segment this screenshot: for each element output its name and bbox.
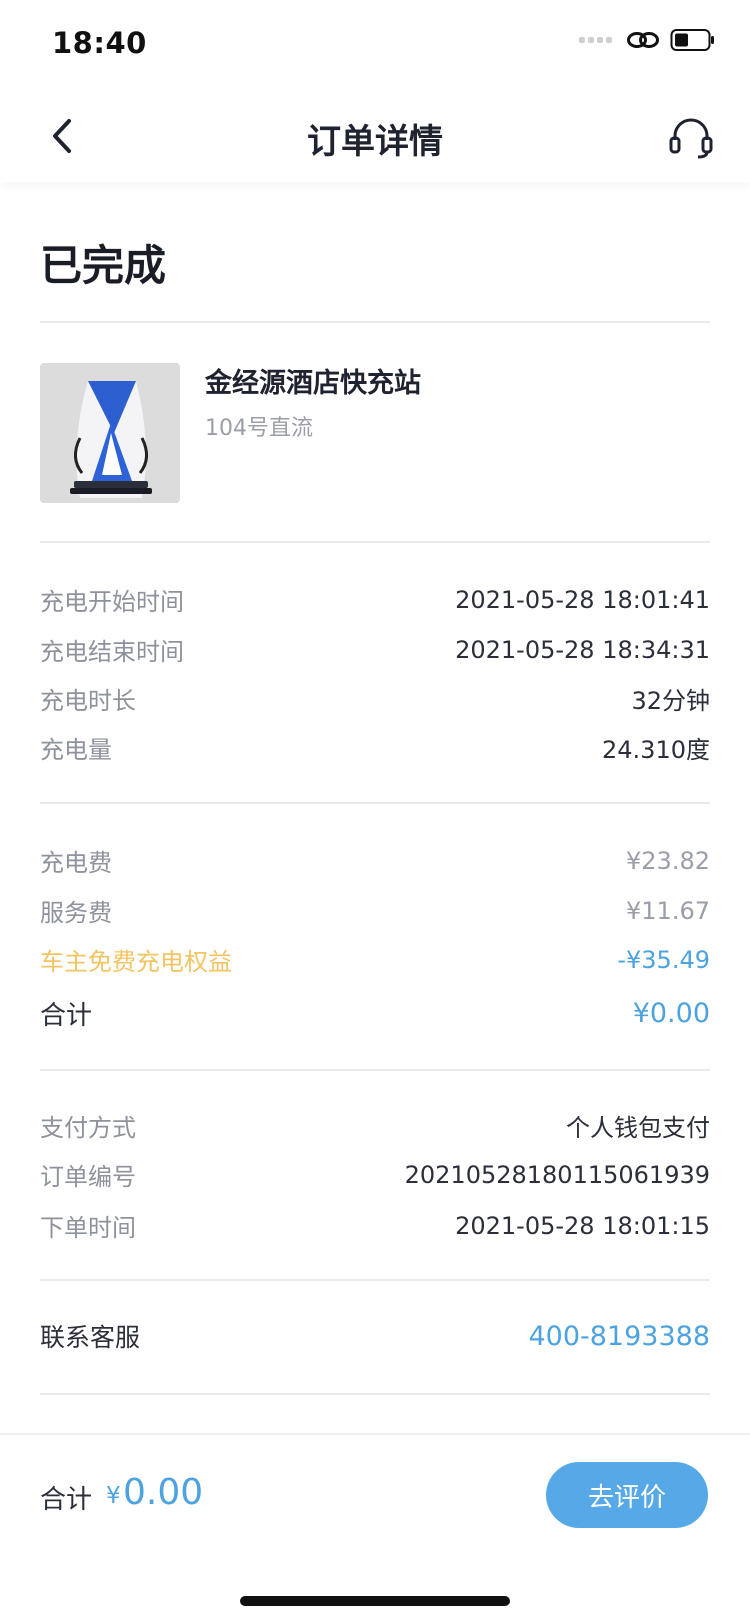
divider <box>40 802 710 804</box>
total-value: ¥0.00 <box>632 998 710 1029</box>
fee-row: 充电费 ¥23.82 <box>40 843 710 878</box>
fee-value: ¥23.82 <box>626 846 710 875</box>
detail-value: 32分钟 <box>631 687 710 715</box>
payment-label: 支付方式 <box>40 1114 136 1142</box>
divider <box>40 1069 710 1071</box>
fee-label: 服务费 <box>40 899 112 927</box>
link-icon <box>627 32 659 48</box>
station-pile: 104号直流 <box>205 416 313 441</box>
detail-row: 充电时长 32分钟 <box>40 681 710 716</box>
divider <box>40 1393 710 1395</box>
signal-icon <box>579 37 612 43</box>
detail-value: 2021-05-28 18:01:41 <box>455 585 710 614</box>
contact-phone-link[interactable]: 400-8193388 <box>528 1321 710 1352</box>
contact-row[interactable]: 联系客服 400-8193388 <box>40 1318 710 1354</box>
order-time-row: 下单时间 2021-05-28 18:01:15 <box>40 1208 710 1243</box>
order-time-label: 下单时间 <box>40 1214 136 1242</box>
headset-icon <box>669 118 713 159</box>
divider <box>40 541 710 543</box>
benefit-row: 车主免费充电权益 -¥35.49 <box>40 942 710 977</box>
footer-currency: ¥ <box>106 1483 121 1509</box>
detail-label: 充电结束时间 <box>40 638 184 666</box>
nav-bar: 订单详情 <box>0 90 750 182</box>
total-label: 合计 <box>40 1001 93 1031</box>
detail-row: 充电量 24.310度 <box>40 730 710 765</box>
order-number-label: 订单编号 <box>40 1163 136 1191</box>
payment-row: 支付方式 个人钱包支付 <box>40 1108 710 1143</box>
divider <box>40 321 710 323</box>
detail-value: 24.310度 <box>602 736 710 764</box>
fee-row: 服务费 ¥11.67 <box>40 893 710 928</box>
station-name: 金经源酒店快充站 <box>205 368 421 399</box>
battery-icon <box>670 29 714 51</box>
order-number-row: 订单编号 20210528180115061939 <box>40 1157 710 1192</box>
detail-row: 充电开始时间 2021-05-28 18:01:41 <box>40 582 710 617</box>
charger-image <box>40 363 180 503</box>
benefit-label: 车主免费充电权益 <box>40 948 232 976</box>
benefit-value: -¥35.49 <box>617 945 710 974</box>
footer-total-amount: 0.00 <box>123 1472 204 1513</box>
status-bar: 18:40 <box>0 0 750 90</box>
divider <box>40 1279 710 1281</box>
total-row: 合计 ¥0.00 <box>40 995 710 1032</box>
contact-label: 联系客服 <box>40 1323 141 1352</box>
detail-label: 充电量 <box>40 736 112 764</box>
page-title: 订单详情 <box>307 122 443 162</box>
footer-total-label: 合计 <box>40 1485 93 1515</box>
detail-row: 充电结束时间 2021-05-28 18:34:31 <box>40 632 710 667</box>
detail-label: 充电开始时间 <box>40 588 184 616</box>
home-indicator[interactable] <box>240 1596 510 1606</box>
review-button[interactable]: 去评价 <box>546 1462 708 1528</box>
detail-value: 2021-05-28 18:34:31 <box>455 635 710 664</box>
status-icons <box>579 28 716 52</box>
customer-service-button[interactable] <box>668 114 714 160</box>
fee-label: 充电费 <box>40 849 112 877</box>
order-status: 已完成 <box>40 241 167 290</box>
order-number-value: 20210528180115061939 <box>404 1160 710 1189</box>
payment-value: 个人钱包支付 <box>566 1114 710 1142</box>
detail-label: 充电时长 <box>40 687 136 715</box>
fee-value: ¥11.67 <box>626 896 710 925</box>
order-time-value: 2021-05-28 18:01:15 <box>455 1211 710 1240</box>
status-time: 18:40 <box>52 26 147 60</box>
footer-divider <box>0 1433 750 1435</box>
